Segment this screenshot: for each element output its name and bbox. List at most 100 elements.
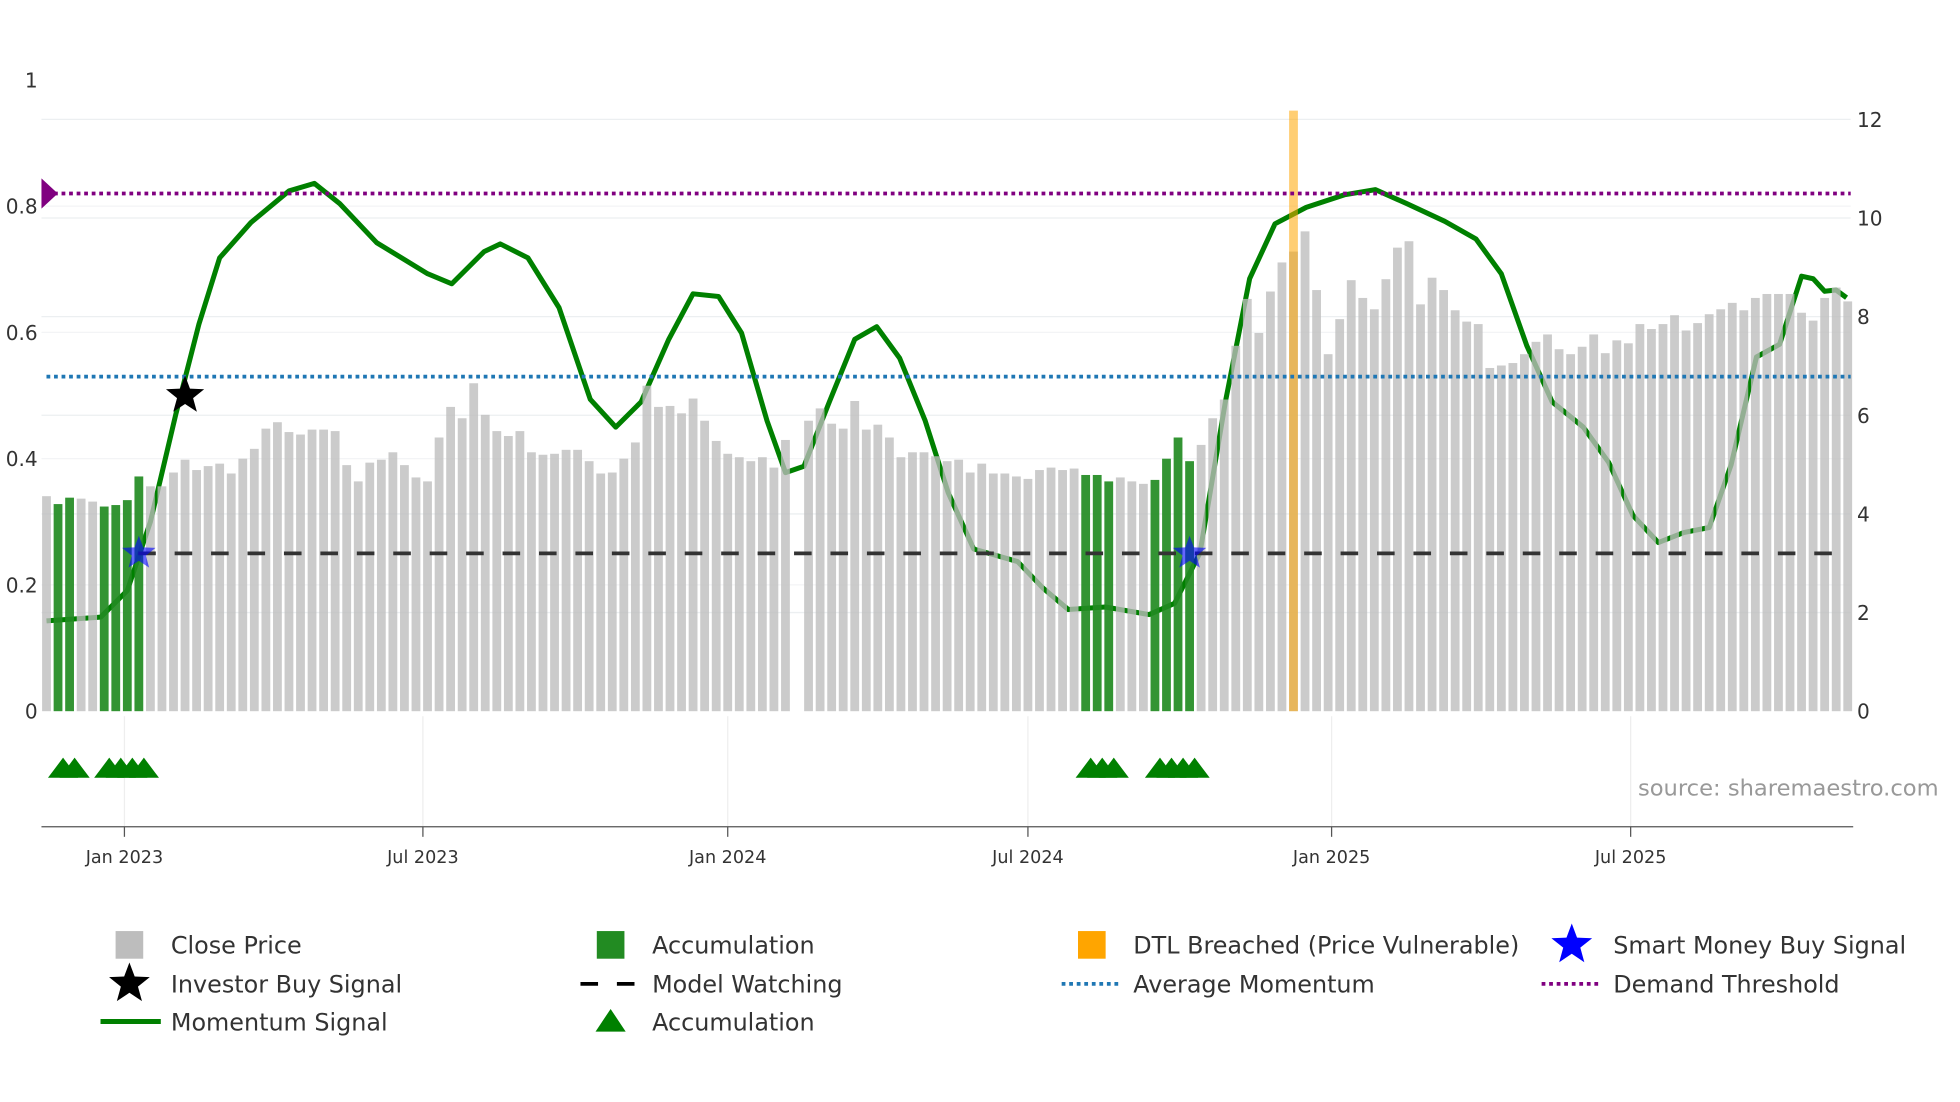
close-price-bar	[203, 466, 213, 712]
close-price-bar	[1623, 343, 1633, 712]
close-price-bar	[1127, 481, 1137, 712]
x-tick-label: Jan 2025	[1292, 848, 1370, 868]
close-price-bar	[1219, 399, 1229, 712]
close-price-bar	[1704, 314, 1714, 712]
close-price-bar	[330, 431, 340, 712]
close-price-bar	[365, 462, 375, 712]
close-price-bar	[584, 461, 594, 712]
close-price-bar	[1739, 310, 1749, 712]
close-price-bar	[954, 459, 964, 712]
close-price-bar	[1485, 367, 1495, 712]
close-price-bar	[1473, 324, 1483, 712]
price-bars	[42, 110, 1853, 712]
close-price-bar	[1496, 365, 1506, 712]
legend-label: Accumulation	[652, 932, 815, 960]
close-price-bar	[931, 456, 940, 712]
legend-item: Average Momentum	[1061, 971, 1375, 999]
close-price-bar	[457, 418, 467, 712]
close-price-bar	[1242, 298, 1252, 712]
close-price-bar	[76, 498, 86, 712]
close-price-bar	[1277, 262, 1287, 712]
x-tick-label: Jan 2024	[688, 848, 766, 868]
close-price-bar	[781, 439, 790, 712]
close-price-bar	[192, 470, 201, 712]
source-label: source: sharemaestro.com	[1638, 775, 1939, 801]
x-tick-label: Jan 2023	[85, 848, 163, 868]
right-tick-label: 0	[1857, 700, 1870, 724]
close-price-bar	[469, 383, 479, 712]
close-price-bar	[180, 459, 190, 712]
close-price-bar	[596, 473, 606, 712]
close-price-bar	[769, 467, 779, 712]
legend-item: DTL Breached (Price Vulnerable)	[1078, 931, 1519, 960]
accumulation-bar	[1092, 474, 1102, 712]
close-price-bar	[1312, 290, 1321, 712]
right-tick-label: 8	[1857, 305, 1870, 329]
close-price-bar	[1427, 277, 1437, 712]
close-price-bar	[1069, 468, 1079, 712]
close-price-bar	[1543, 334, 1552, 712]
close-price-bar	[1358, 297, 1368, 712]
close-price-bar	[342, 465, 352, 712]
close-price-bar	[1323, 354, 1333, 712]
left-tick-label: 0	[25, 700, 38, 724]
close-price-bar	[1450, 310, 1460, 712]
close-price-bar	[42, 496, 51, 712]
close-price-bar	[1797, 312, 1806, 712]
close-price-bar	[226, 473, 236, 712]
close-price-bar	[746, 461, 756, 712]
legend-label: Investor Buy Signal	[171, 971, 402, 999]
close-price-bar	[884, 437, 894, 712]
close-price-bar	[1381, 279, 1391, 712]
legend-label: Close Price	[171, 932, 302, 960]
legend-label: DTL Breached (Price Vulnerable)	[1133, 932, 1519, 960]
close-price-bar	[169, 472, 178, 712]
close-price-bar	[1774, 293, 1783, 712]
close-price-bar	[630, 442, 640, 712]
close-price-bar	[1831, 287, 1841, 712]
legend-item: Investor Buy Signal	[109, 962, 402, 1002]
close-price-bar	[919, 452, 929, 712]
close-price-bar	[1520, 354, 1529, 712]
accumulation-bar	[53, 504, 63, 712]
close-price-bar	[561, 449, 571, 712]
close-price-bar	[1658, 324, 1668, 712]
close-price-bar	[249, 448, 259, 712]
close-price-bar	[942, 461, 952, 712]
close-price-bar	[908, 452, 917, 712]
close-price-bar	[1670, 315, 1679, 712]
close-price-bar	[1600, 353, 1610, 712]
close-price-bar	[723, 453, 733, 712]
black-star-icon	[109, 962, 150, 1002]
orange-square-icon	[1078, 931, 1106, 959]
close-price-bar	[1589, 334, 1599, 712]
legend-item: Model Watching	[580, 971, 842, 999]
close-price-bar	[1023, 478, 1033, 712]
close-price-bar	[1058, 470, 1067, 712]
close-price-bar	[1115, 477, 1125, 712]
close-price-bar	[1046, 467, 1056, 712]
legend-label: Accumulation	[652, 1008, 815, 1036]
close-price-bar	[1266, 291, 1275, 712]
close-price-bar	[238, 458, 248, 712]
close-price-bar	[446, 406, 456, 712]
close-price-bar	[1566, 354, 1576, 712]
legend-item: Demand Threshold	[1541, 971, 1840, 999]
x-tick-label: Jul 2024	[991, 848, 1064, 868]
accumulation-bar	[1150, 479, 1160, 712]
close-price-bar	[1231, 345, 1241, 712]
close-price-bar	[1393, 247, 1402, 712]
close-price-bar	[757, 457, 767, 712]
close-price-bar	[1508, 363, 1518, 712]
triangle-icon	[595, 1008, 626, 1032]
close-price-bar	[700, 420, 710, 712]
close-price-bar	[388, 452, 398, 712]
legend-label: Smart Money Buy Signal	[1613, 932, 1906, 960]
close-price-bar	[873, 424, 883, 712]
close-price-bar	[1369, 309, 1379, 712]
close-price-bar	[1577, 346, 1587, 712]
accumulation-bar	[99, 506, 109, 712]
dtl-breached-bar	[1289, 110, 1298, 712]
legend-item: Accumulation	[596, 931, 815, 960]
close-price-bar	[1462, 321, 1472, 712]
